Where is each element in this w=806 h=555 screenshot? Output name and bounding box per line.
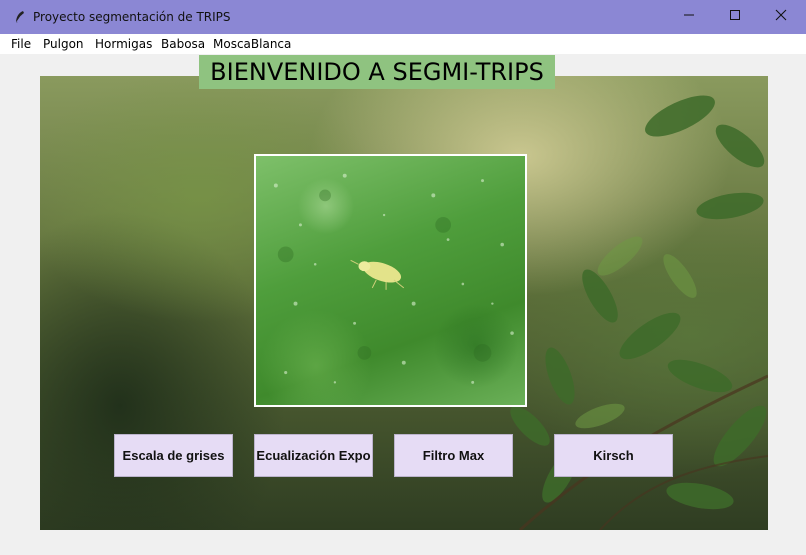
welcome-banner: BIENVENIDO A SEGMI-TRIPS [199,55,555,89]
thrips-insect-shape [350,259,405,290]
minimize-icon [683,8,695,26]
maximize-button[interactable] [712,0,758,34]
exponential-equalization-button[interactable]: Ecualización Expo [254,434,373,477]
maximize-icon [729,8,741,26]
close-button[interactable] [758,0,804,34]
window-title: Proyecto segmentación de TRIPS [33,10,231,24]
thrips-photo [254,154,527,407]
minimize-button[interactable] [666,0,712,34]
menu-bar: File Pulgon Hormigas Babosa MoscaBlanca [0,34,806,54]
feather-icon [12,9,28,25]
grayscale-button[interactable]: Escala de grises [114,434,233,477]
title-bar[interactable]: Proyecto segmentación de TRIPS [0,0,806,34]
max-filter-button[interactable]: Filtro Max [394,434,513,477]
menu-moscablanca[interactable]: MoscaBlanca [213,37,291,51]
menu-hormigas[interactable]: Hormigas [95,37,152,51]
menu-babosa[interactable]: Babosa [161,37,205,51]
menu-pulgon[interactable]: Pulgon [43,37,84,51]
kirsch-button[interactable]: Kirsch [554,434,673,477]
menu-file[interactable]: File [11,37,31,51]
close-icon [775,8,787,26]
